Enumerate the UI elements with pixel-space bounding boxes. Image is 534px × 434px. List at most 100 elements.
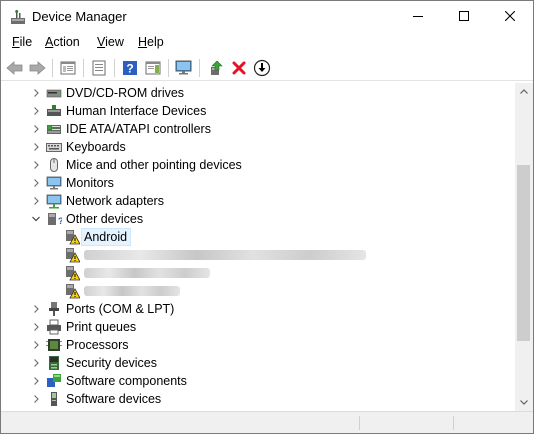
tree-item-label: Other devices: [66, 212, 144, 226]
update-driver-button[interactable]: [205, 57, 227, 79]
scroll-thumb[interactable]: [517, 165, 530, 341]
tree-category-row[interactable]: Network adapters: [2, 192, 516, 210]
vertical-scrollbar[interactable]: [515, 83, 533, 411]
dvd-drive-icon: [46, 85, 62, 101]
status-separator: [453, 416, 454, 430]
software-device-icon: [46, 391, 62, 407]
properties-button[interactable]: [88, 57, 110, 79]
tree-item-label: DVD/CD-ROM drives: [66, 86, 185, 100]
tree-item-label: Print queues: [66, 320, 137, 334]
forward-button[interactable]: [26, 57, 48, 79]
redacted-device-name: [84, 250, 366, 260]
toolbar-separator: [52, 59, 53, 77]
close-button[interactable]: [487, 1, 533, 31]
tree-category-row[interactable]: DVD/CD-ROM drives: [2, 84, 516, 102]
tree-category-row[interactable]: ? Other devices: [2, 210, 516, 228]
chevron-right-icon[interactable]: [30, 393, 42, 405]
svg-text:?: ?: [126, 62, 133, 76]
redacted-device-name: [84, 286, 180, 296]
processor-icon: [46, 337, 62, 353]
tree-device-row[interactable]: Android: [2, 228, 516, 246]
tree-device-row[interactable]: [2, 264, 516, 282]
tree-device-row[interactable]: [2, 246, 516, 264]
chevron-right-icon[interactable]: [30, 159, 42, 171]
chevron-right-icon[interactable]: [30, 375, 42, 387]
tree-item-label: Software devices: [66, 392, 162, 406]
maximize-button[interactable]: [441, 1, 487, 31]
chevron-up-icon: [520, 89, 528, 94]
chevron-right-icon[interactable]: [30, 321, 42, 333]
title-bar[interactable]: Device Manager: [1, 1, 533, 32]
tree-category-row[interactable]: Software components: [2, 372, 516, 390]
tree-category-row[interactable]: Human Interface Devices: [2, 102, 516, 120]
tree-category-row[interactable]: IDE ATA/ATAPI controllers: [2, 120, 516, 138]
tree-category-row[interactable]: Software devices: [2, 390, 516, 408]
chevron-right-icon[interactable]: [30, 87, 42, 99]
show-hide-console-tree-button[interactable]: [57, 57, 79, 79]
minimize-button[interactable]: [395, 1, 441, 31]
help-icon: ?: [123, 61, 137, 76]
software-component-icon: [46, 373, 62, 389]
tree-device-row[interactable]: [2, 282, 516, 300]
ports-icon: [46, 301, 62, 317]
tree-item-label: Network adapters: [66, 194, 164, 208]
mouse-icon: [46, 157, 62, 173]
tree-item-label: IDE ATA/ATAPI controllers: [66, 122, 211, 136]
tree-item-label: Keyboards: [66, 140, 126, 154]
menu-file[interactable]: File: [12, 35, 32, 49]
arrow-right-icon: [29, 61, 46, 75]
chevron-down-icon[interactable]: [30, 213, 42, 225]
keyboard-icon: [46, 139, 62, 155]
tree-item-label: Mice and other pointing devices: [66, 158, 242, 172]
show-action-pane-button[interactable]: [142, 57, 164, 79]
toolbar: ?: [1, 54, 533, 81]
tree-category-row[interactable]: Print queues: [2, 318, 516, 336]
update-driver-icon: [211, 60, 223, 75]
monitor-scan-icon: [175, 60, 192, 75]
down-arrow-circle-icon: [253, 59, 271, 77]
menu-help[interactable]: Help: [138, 35, 164, 49]
warning-device-icon: [64, 265, 81, 281]
chevron-right-icon[interactable]: [30, 195, 42, 207]
toolbar-separator: [168, 59, 169, 77]
tree-item-label: Android: [84, 230, 128, 244]
menu-action[interactable]: Action: [45, 35, 80, 49]
red-x-icon: [232, 61, 246, 75]
scroll-up-button[interactable]: [515, 83, 533, 100]
device-tree[interactable]: DVD/CD-ROM drives Human Interface Devices…: [2, 83, 516, 411]
chevron-right-icon[interactable]: [30, 141, 42, 153]
tree-category-row[interactable]: Security devices: [2, 354, 516, 372]
maximize-icon: [459, 11, 469, 21]
tree-category-row[interactable]: Ports (COM & LPT): [2, 300, 516, 318]
help-button[interactable]: ?: [119, 57, 141, 79]
scroll-down-button[interactable]: [515, 394, 533, 411]
chevron-right-icon[interactable]: [30, 339, 42, 351]
chevron-right-icon[interactable]: [30, 123, 42, 135]
tree-category-row[interactable]: Monitors: [2, 174, 516, 192]
tree-category-row[interactable]: Processors: [2, 336, 516, 354]
back-button[interactable]: [4, 57, 26, 79]
chevron-right-icon[interactable]: [30, 357, 42, 369]
menu-view[interactable]: View: [97, 35, 124, 49]
svg-text:?: ?: [58, 216, 62, 226]
status-separator: [359, 416, 360, 430]
uninstall-device-button[interactable]: [228, 57, 250, 79]
chevron-right-icon[interactable]: [30, 177, 42, 189]
monitor-icon: [46, 175, 62, 191]
minimize-icon: [413, 16, 423, 17]
window-title: Device Manager: [32, 9, 127, 24]
chevron-right-icon[interactable]: [30, 303, 42, 315]
tree-category-row[interactable]: Mice and other pointing devices: [2, 156, 516, 174]
tree-item-label: Human Interface Devices: [66, 104, 207, 118]
action-pane-icon: [145, 61, 161, 75]
security-device-icon: [46, 355, 62, 371]
ide-controller-icon: [46, 121, 62, 137]
warning-device-icon: [64, 229, 81, 245]
scan-hardware-button[interactable]: [173, 57, 195, 79]
tree-category-row[interactable]: Keyboards: [2, 138, 516, 156]
chevron-right-icon[interactable]: [30, 105, 42, 117]
hid-icon: [46, 103, 62, 119]
toolbar-separator: [199, 59, 200, 77]
arrow-left-icon: [6, 61, 23, 75]
disable-device-button[interactable]: [251, 57, 273, 79]
